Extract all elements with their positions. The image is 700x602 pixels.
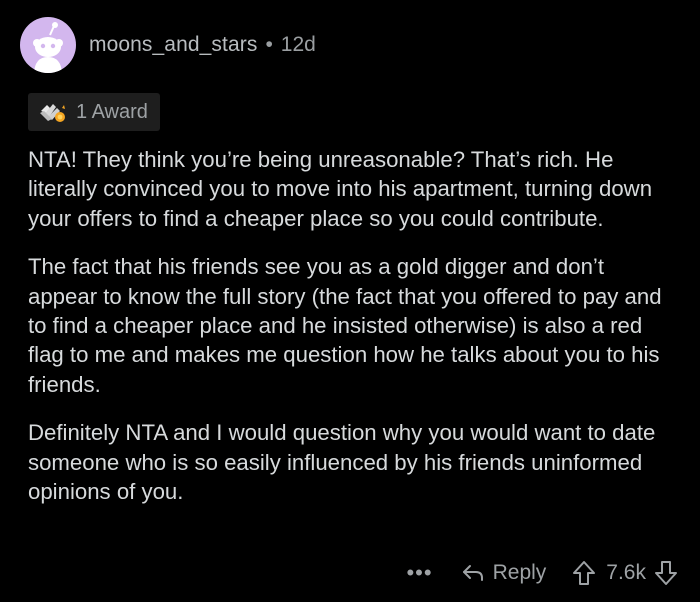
- comment-header: moons_and_stars • 12d: [20, 16, 316, 74]
- award-badge[interactable]: 1 Award: [28, 93, 160, 131]
- meta-separator: •: [265, 33, 273, 56]
- comment-paragraph: The fact that his friends see you as a g…: [28, 254, 662, 397]
- upvote-button[interactable]: [572, 560, 596, 586]
- award-label: 1 Award: [76, 100, 148, 123]
- more-options-button[interactable]: •••: [406, 560, 432, 586]
- vote-controls: 7.6k: [572, 560, 678, 586]
- vote-score: 7.6k: [606, 561, 646, 584]
- reply-button[interactable]: Reply: [461, 561, 547, 585]
- author-username[interactable]: moons_and_stars: [89, 33, 257, 57]
- reply-label: Reply: [492, 561, 547, 584]
- comment-actions: ••• Reply 7.6k: [406, 558, 678, 588]
- snoo-avatar-icon[interactable]: [20, 17, 76, 73]
- comment-age: 12d: [280, 33, 316, 56]
- comment-paragraph: NTA! They think you’re being unreasonabl…: [28, 147, 653, 231]
- downvote-arrow-icon: [655, 561, 677, 585]
- downvote-button[interactable]: [654, 560, 678, 586]
- wholesome-award-icon: [40, 104, 65, 122]
- upvote-arrow-icon: [573, 561, 596, 585]
- comment: moons_and_stars • 12d 1 Award NTA! They …: [0, 0, 700, 602]
- reply-arrow-icon: [462, 565, 483, 581]
- comment-paragraph: Definitely NTA and I would question why …: [28, 420, 656, 505]
- comment-body: NTA! They think you’re being unreasonabl…: [28, 145, 678, 525]
